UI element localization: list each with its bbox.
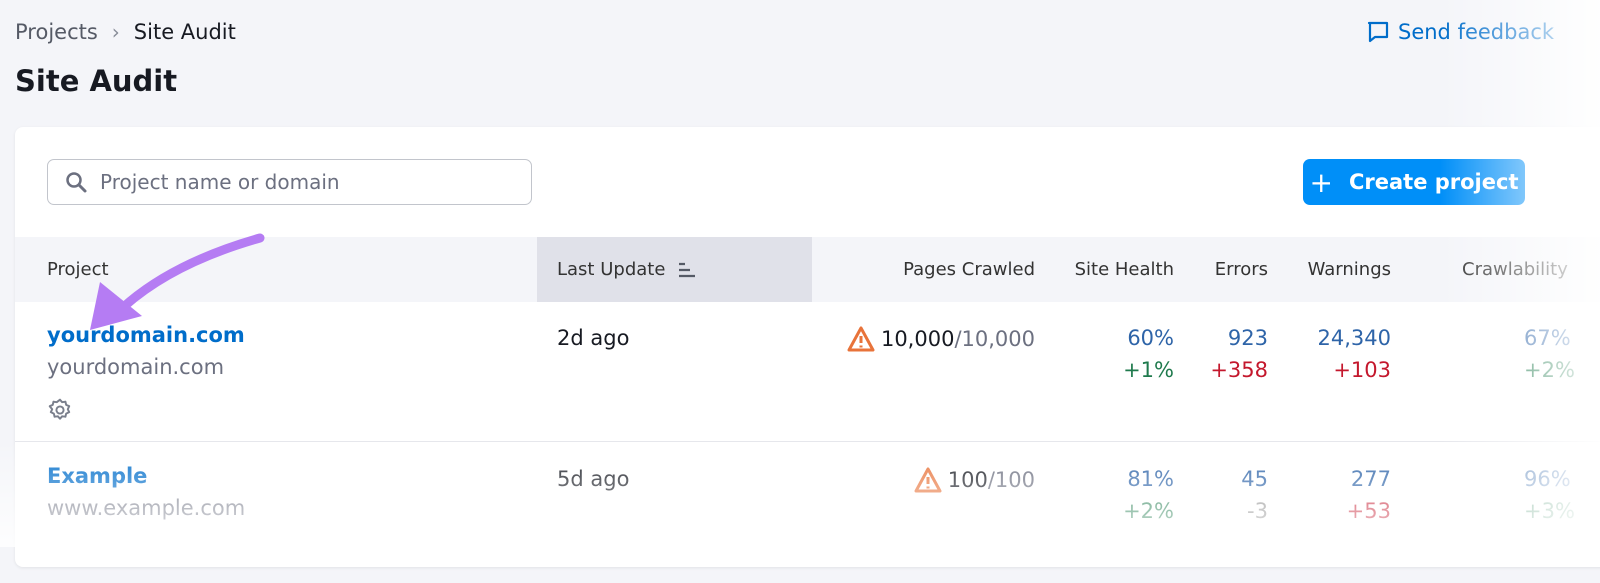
create-project-label: Create project xyxy=(1348,170,1519,194)
plus-icon: + xyxy=(1309,165,1333,199)
site-health-delta: +2% xyxy=(1123,499,1174,523)
sort-icon xyxy=(679,262,696,277)
last-update: 2d ago xyxy=(557,326,630,350)
col-site-health[interactable]: Site Health xyxy=(1075,259,1174,280)
search-input[interactable] xyxy=(100,170,500,194)
project-domain: www.example.com xyxy=(47,496,246,520)
col-errors[interactable]: Errors xyxy=(1215,259,1268,280)
pages-crawled: 10,000/10,000 xyxy=(847,326,1035,352)
errors[interactable]: 923 xyxy=(1228,326,1268,350)
feedback-icon xyxy=(1367,21,1389,43)
site-health-delta: +1% xyxy=(1123,358,1174,382)
create-project-button[interactable]: + Create project xyxy=(1303,159,1525,205)
page-title: Site Audit xyxy=(15,64,178,98)
errors-delta: -3 xyxy=(1247,499,1268,523)
errors-delta: +358 xyxy=(1210,358,1268,382)
col-warnings[interactable]: Warnings xyxy=(1308,259,1391,280)
pages-limit: /100 xyxy=(987,468,1035,492)
warnings-delta: +53 xyxy=(1346,499,1391,523)
breadcrumb: Projects › Site Audit xyxy=(15,20,236,44)
crawlability-delta: +2% xyxy=(1524,358,1575,382)
pages-count: 10,000 xyxy=(880,327,955,351)
pages-count: 100 xyxy=(947,468,988,492)
warnings[interactable]: 24,340 xyxy=(1318,326,1391,350)
project-name-link[interactable]: Example xyxy=(47,464,147,488)
site-health[interactable]: 81% xyxy=(1127,467,1174,491)
col-last-update-label: Last Update xyxy=(557,259,666,280)
errors[interactable]: 45 xyxy=(1241,467,1268,491)
send-feedback-link[interactable]: Send feedback xyxy=(1366,20,1554,44)
col-pages-crawled[interactable]: Pages Crawled xyxy=(903,259,1035,280)
pages-crawled: 100/100 xyxy=(914,467,1035,493)
warning-icon xyxy=(914,467,942,493)
site-health[interactable]: 60% xyxy=(1127,326,1174,350)
crawlability-delta: +3% xyxy=(1524,499,1575,523)
col-last-update[interactable]: Last Update xyxy=(557,259,697,280)
chevron-right-icon: › xyxy=(111,20,120,44)
warnings-delta: +103 xyxy=(1333,358,1391,382)
crawlability[interactable]: 67% xyxy=(1524,326,1571,350)
search-box[interactable] xyxy=(47,159,532,205)
annotation-arrow-icon xyxy=(90,233,265,330)
project-domain: yourdomain.com xyxy=(47,355,225,379)
table-row: Example www.example.com 5d ago 100/100 8… xyxy=(15,443,1600,583)
gear-icon[interactable] xyxy=(47,397,73,423)
projects-card: + Create project Project Last Update Pag… xyxy=(15,127,1600,567)
col-crawlability[interactable]: Crawlability xyxy=(1462,259,1568,280)
warnings[interactable]: 277 xyxy=(1351,467,1391,491)
pages-limit: /10,000 xyxy=(954,327,1035,351)
send-feedback-label: Send feedback xyxy=(1398,20,1555,44)
warning-icon xyxy=(847,326,875,352)
last-update: 5d ago xyxy=(557,467,630,491)
crawlability[interactable]: 96% xyxy=(1524,467,1571,491)
breadcrumb-projects[interactable]: Projects xyxy=(15,20,98,44)
breadcrumb-current: Site Audit xyxy=(133,20,236,44)
search-icon xyxy=(66,172,87,193)
